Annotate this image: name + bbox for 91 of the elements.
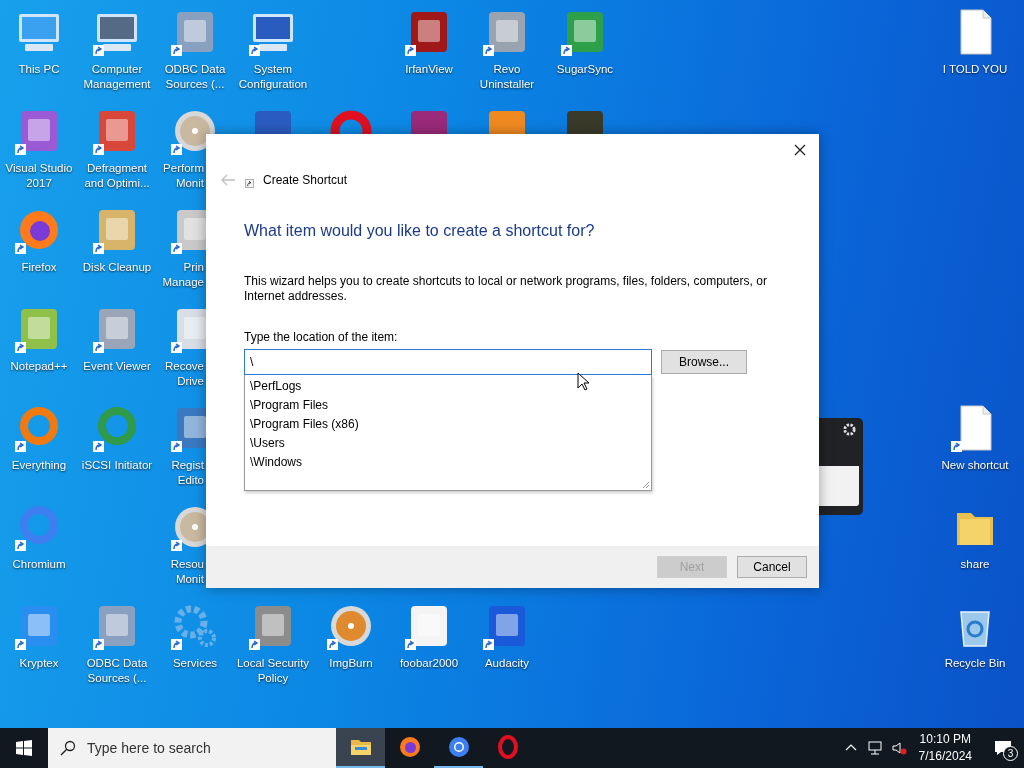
icon-label[interactable]: This PC [1,62,77,77]
icon-label[interactable]: Notepad++ [1,359,77,374]
wizard-description: This wizard helps you to create shortcuts to local or network programs, files, folders, computers, or Internet addresses. [244,274,768,304]
icon-label[interactable]: Everything [1,458,77,473]
shortcut-arrow-icon [171,540,182,551]
shortcut-arrow-icon [249,639,260,650]
icon-label[interactable]: Services [157,656,233,671]
suggestion-item[interactable]: \Users [250,434,651,453]
mouse-cursor-icon [577,372,589,391]
search-field[interactable]: Type here to search [48,728,336,768]
icon-label[interactable]: iSCSI Initiator [79,458,155,473]
icon-label[interactable]: System Configuration [235,62,311,92]
shortcut-arrow-icon [15,342,26,353]
browse-button[interactable]: Browse... [661,350,747,374]
icon-label[interactable]: Chromium [1,557,77,572]
browser-icon [446,735,471,759]
shortcut-arrow-icon [93,45,104,56]
dialog-title: Create Shortcut [263,173,348,187]
shortcut-arrow-icon [93,243,104,254]
icon-label[interactable]: SugarSync [547,62,623,77]
icon-label[interactable]: share [937,557,1013,572]
shortcut-arrow-icon [171,441,182,452]
shortcut-arrow-icon [93,144,104,155]
icon-label[interactable]: Defragment and Optimi... [79,161,155,191]
shortcut-icon [245,178,254,188]
icon-label[interactable]: foobar2000 [391,656,467,671]
resize-grip-icon[interactable] [640,479,650,489]
clock[interactable]: 10:10 PM 7/16/2024 [918,728,972,768]
gadget-card [819,466,859,506]
icon-label[interactable]: Local Security Policy [235,656,311,686]
shortcut-arrow-icon [15,540,26,551]
shortcut-arrow-icon [249,45,260,56]
icon-label[interactable]: ImgBurn [313,656,389,671]
shortcut-arrow-icon [93,342,104,353]
icon-label[interactable]: Disk Cleanup [79,260,155,275]
field-label: Type the location of the item: [244,330,399,345]
shortcut-arrow-icon [15,144,26,155]
icon-label[interactable]: Kryptex [1,656,77,671]
clock-date: 7/16/2024 [918,748,972,765]
wizard-button[interactable]: Cancel [737,556,807,578]
notification-count: 3 [1003,746,1018,761]
shortcut-arrow-icon [15,639,26,650]
icon-label[interactable]: Prin Manage [160,260,204,290]
suggestion-item[interactable]: \PerfLogs [250,377,651,396]
icon-label[interactable]: Audacity [469,656,545,671]
shortcut-arrow-icon [483,639,494,650]
icon-label[interactable]: Resou Monit [160,557,204,587]
icon-label[interactable]: IrfanView [391,62,467,77]
icon-label[interactable]: Perform Monit [160,161,204,191]
clock-time: 10:10 PM [919,731,971,748]
shortcut-arrow-icon [405,639,416,650]
suggestion-item[interactable]: \Windows [250,453,651,472]
browser-icon [397,735,422,759]
icon-label[interactable]: Event Viewer [79,359,155,374]
icon-label[interactable]: Recycle Bin [937,656,1013,671]
icon-label[interactable]: ODBC Data Sources (... [79,656,155,686]
suggestion-item[interactable]: \Program Files [250,396,651,415]
icon-label[interactable]: Firefox [1,260,77,275]
icon-label[interactable]: Visual Studio 2017 [1,161,77,191]
icon-label[interactable]: Regist Edito [160,458,204,488]
shortcut-arrow-icon [405,45,416,56]
icon-label[interactable]: Recove Drive [160,359,204,389]
shortcut-arrow-icon [171,342,182,353]
volume-muted-icon[interactable] [890,740,907,756]
shortcut-arrow-icon [171,144,182,155]
wizard-heading: What item would you like to create a shortcut for? [244,221,596,241]
suggestion-item[interactable]: \Program Files (x86) [250,415,651,434]
ring-icon [495,735,520,759]
shortcut-arrow-icon [15,243,26,254]
taskbar-app-button[interactable] [336,728,385,768]
icon-label[interactable]: New shortcut [937,458,1013,473]
shortcut-arrow-icon [483,45,494,56]
location-field[interactable]: \ [244,349,652,375]
shortcut-arrow-icon [93,639,104,650]
icon-label[interactable]: I TOLD YOU [937,62,1013,77]
windows-icon [16,740,32,756]
icon-label[interactable]: Revo Uninstaller [469,62,545,92]
shortcut-arrow-icon [171,639,182,650]
shortcut-arrow-icon [951,441,962,452]
icon-label[interactable]: ODBC Data Sources (... [157,62,233,92]
shortcut-arrow-icon [327,639,338,650]
shortcut-arrow-icon [171,45,182,56]
icon-label[interactable]: Computer Management [79,62,155,92]
close-icon [794,144,806,156]
shortcut-arrow-icon [15,441,26,452]
gear-icon[interactable] [842,422,857,437]
network-icon[interactable] [866,740,883,756]
shortcut-arrow-icon [93,441,104,452]
shortcut-arrow-icon [171,243,182,254]
search-icon [60,740,76,756]
shortcut-arrow-icon [561,45,572,56]
